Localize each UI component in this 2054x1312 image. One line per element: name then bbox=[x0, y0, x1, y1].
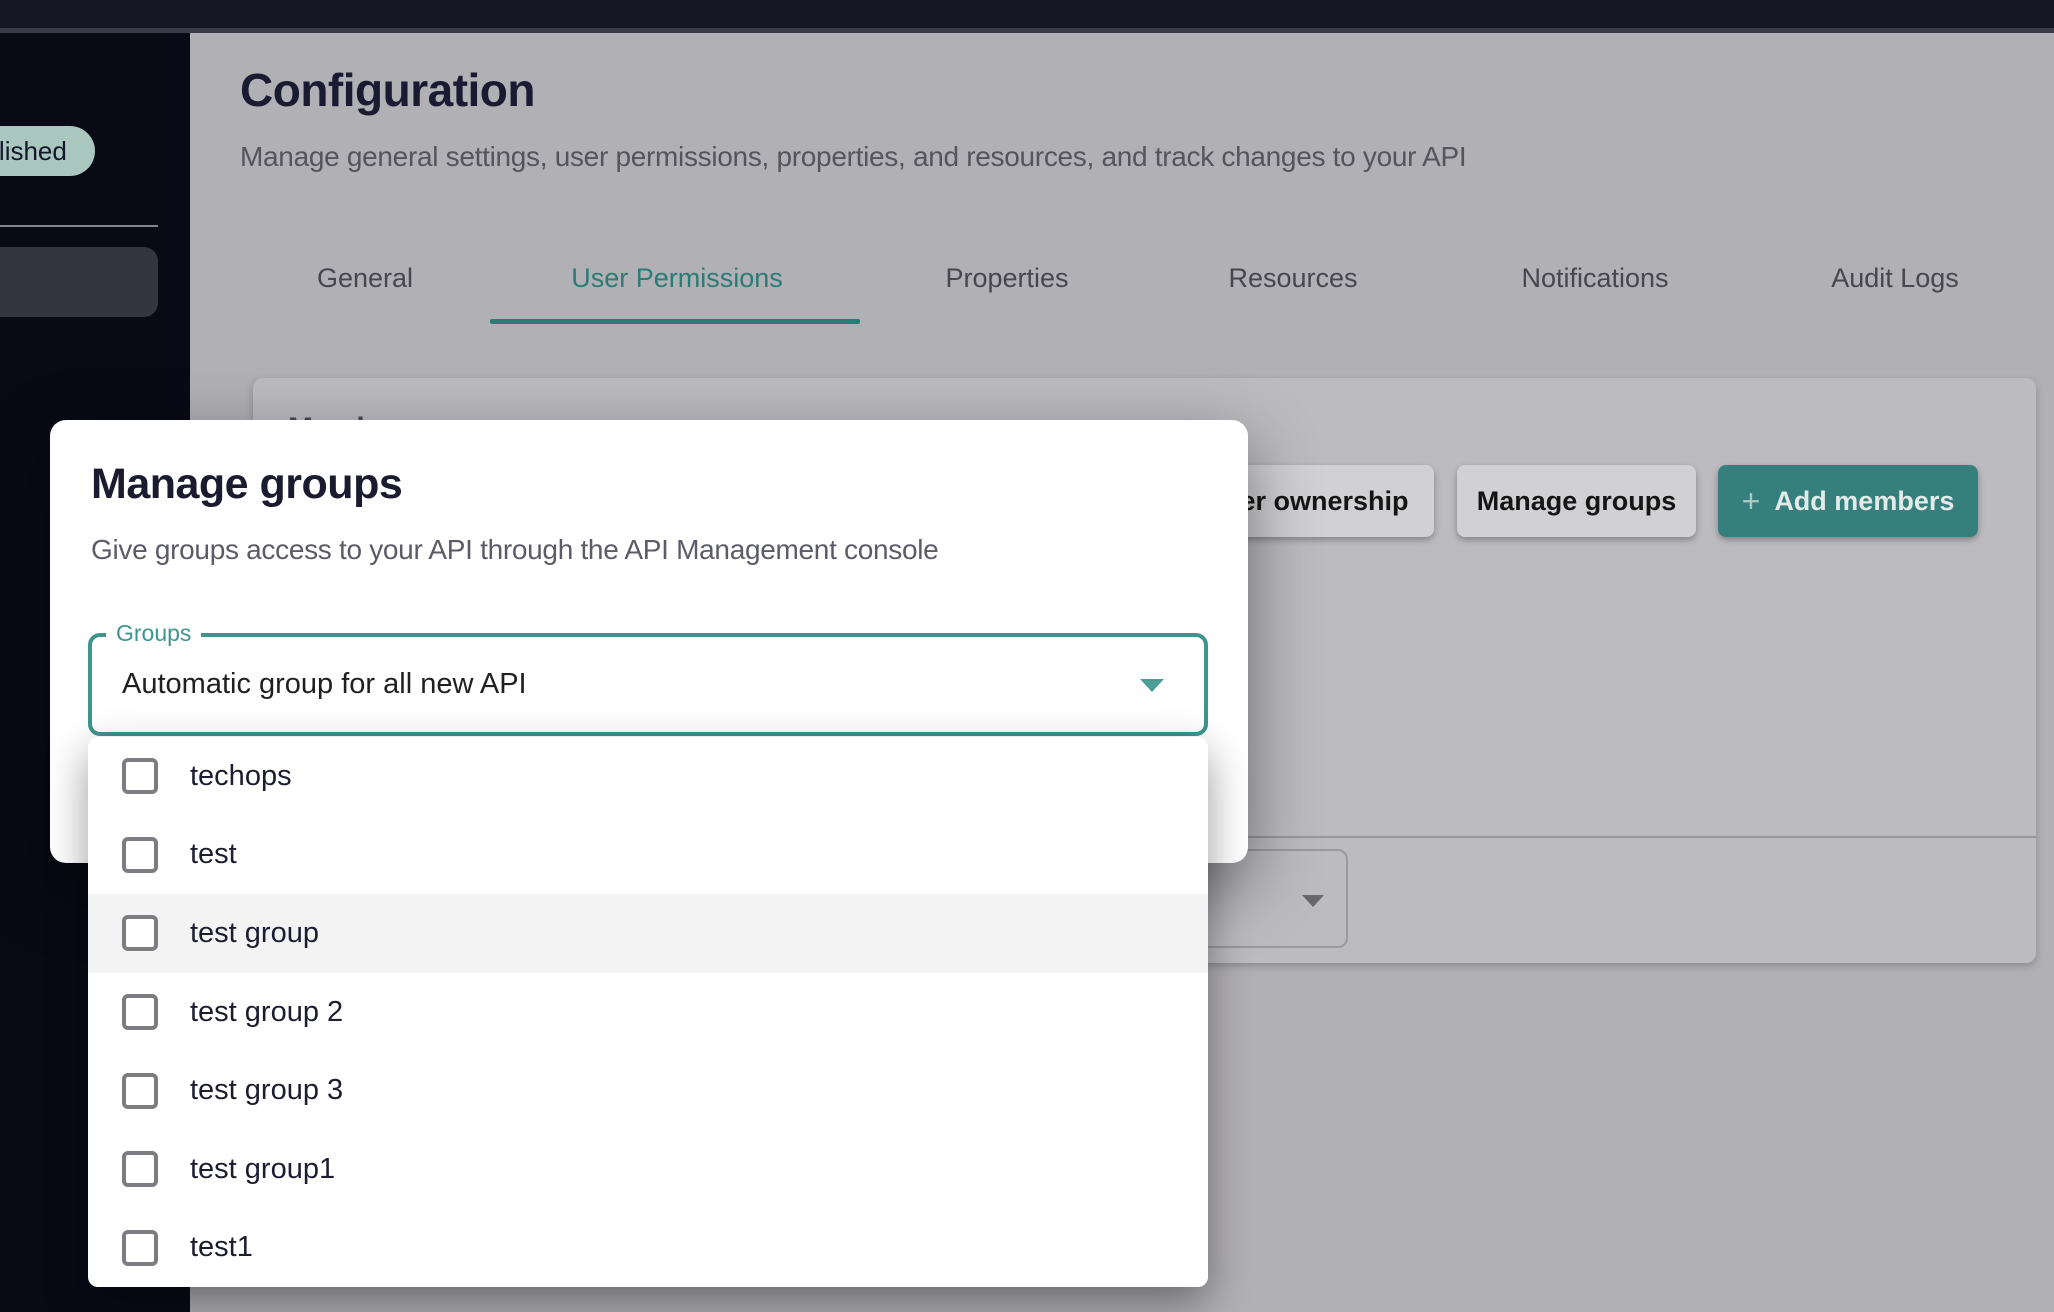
groups-select[interactable]: Automatic group for all new API bbox=[88, 633, 1208, 736]
groups-select-value: Automatic group for all new API bbox=[122, 637, 527, 732]
groups-dropdown-menu: techops test test group test group 2 tes… bbox=[88, 737, 1208, 1287]
checkbox-icon[interactable] bbox=[122, 758, 158, 794]
option-test-group[interactable]: test group bbox=[88, 894, 1208, 973]
checkbox-icon[interactable] bbox=[122, 1230, 158, 1266]
checkbox-icon[interactable] bbox=[122, 1073, 158, 1109]
dialog-subtitle: Give groups access to your API through t… bbox=[91, 534, 938, 566]
checkbox-icon[interactable] bbox=[122, 994, 158, 1030]
dropdown-arrow-icon bbox=[1140, 679, 1164, 692]
option-test-group-3[interactable]: test group 3 bbox=[88, 1051, 1208, 1130]
option-test1[interactable]: test1 bbox=[88, 1208, 1208, 1287]
checkbox-icon[interactable] bbox=[122, 837, 158, 873]
checkbox-icon[interactable] bbox=[122, 915, 158, 951]
option-test[interactable]: test bbox=[88, 816, 1208, 895]
option-test-group1[interactable]: test group1 bbox=[88, 1130, 1208, 1209]
option-techops[interactable]: techops bbox=[88, 737, 1208, 816]
checkbox-icon[interactable] bbox=[122, 1151, 158, 1187]
dialog-title: Manage groups bbox=[91, 460, 402, 509]
groups-select-label: Groups bbox=[106, 619, 201, 647]
option-test-group-2[interactable]: test group 2 bbox=[88, 973, 1208, 1052]
